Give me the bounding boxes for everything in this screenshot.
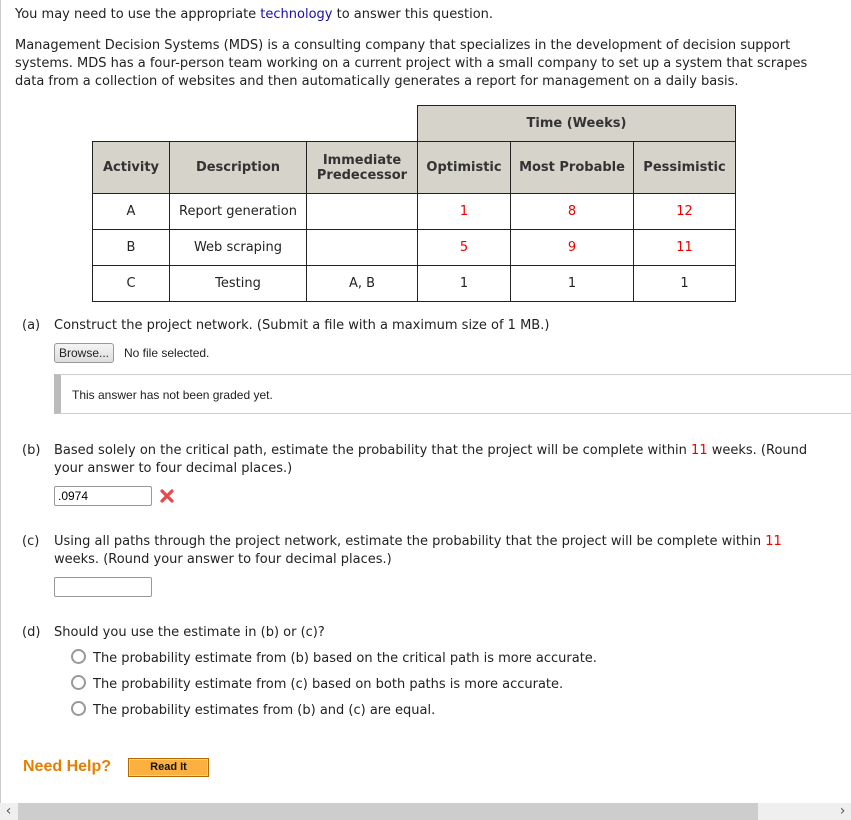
part-d-option-2[interactable]: The probability estimate from (c) based … <box>71 675 563 694</box>
cell-description: Web scraping <box>169 229 307 266</box>
cell-optimistic: 1 <box>417 265 511 302</box>
part-b-text-pre: Based solely on the critical path, estim… <box>54 443 692 458</box>
blank-cell <box>92 105 418 142</box>
part-c-answer-input[interactable] <box>54 577 152 597</box>
cell-activity: B <box>92 229 170 266</box>
cell-most-probable: 9 <box>510 229 634 266</box>
option-label: The probability estimate from (b) based … <box>93 651 597 666</box>
intro-suffix: to answer this question. <box>332 7 494 22</box>
table-row: C Testing A, B 1 1 1 <box>92 265 736 302</box>
header-predecessor-line1: Immediate <box>322 152 402 168</box>
cell-predecessor: A, B <box>306 265 418 302</box>
part-b-text: Based solely on the critical path, estim… <box>54 442 834 478</box>
read-it-button[interactable]: Read It <box>128 758 209 777</box>
problem-text: Management Decision Systems (MDS) is a c… <box>15 37 807 91</box>
part-a-text: Construct the project network. (Submit a… <box>54 318 550 333</box>
graded-status-text: This answer has not been graded yet. <box>72 388 273 402</box>
scrollbar-thumb[interactable] <box>18 803 758 820</box>
radio-button[interactable] <box>71 675 86 690</box>
part-c-text: Using all paths through the project netw… <box>54 533 834 569</box>
problem-text-line: data from a collection of websites and t… <box>15 74 739 89</box>
intro-text: You may need to use the appropriate tech… <box>15 6 493 24</box>
option-label: The probability estimate from (c) based … <box>93 677 564 692</box>
browse-button[interactable]: Browse... <box>54 343 115 363</box>
cell-predecessor <box>306 193 418 230</box>
file-status: No file selected. <box>124 346 210 360</box>
part-d-option-1[interactable]: The probability estimate from (b) based … <box>71 649 597 668</box>
scroll-right-arrow-icon[interactable]: › <box>834 803 851 820</box>
cell-most-probable: 8 <box>510 193 634 230</box>
cell-activity: A <box>92 193 170 230</box>
part-b-text-line2: your answer to four decimal places.) <box>54 461 293 476</box>
part-b-label: (b) <box>22 443 41 458</box>
cell-pessimistic: 11 <box>633 229 736 266</box>
header-pessimistic: Pessimistic <box>633 141 736 194</box>
horizontal-scrollbar[interactable]: ‹ › <box>0 803 851 820</box>
part-d-option-3[interactable]: The probability estimates from (b) and (… <box>71 701 435 720</box>
part-b-weeks: 11 <box>691 443 708 458</box>
cell-description: Testing <box>169 265 307 302</box>
table-row: A Report generation 1 8 12 <box>92 193 736 230</box>
graded-status-box: This answer has not been graded yet. <box>54 374 851 414</box>
cell-description: Report generation <box>169 193 307 230</box>
incorrect-x-icon <box>160 489 174 503</box>
cell-optimistic: 1 <box>417 193 511 230</box>
header-activity: Activity <box>92 141 170 194</box>
part-d-text: Should you use the estimate in (b) or (c… <box>54 625 325 640</box>
cell-optimistic: 5 <box>417 229 511 266</box>
activity-table: Time (Weeks) Activity Description Immedi… <box>92 105 736 302</box>
scroll-left-arrow-icon[interactable]: ‹ <box>0 803 17 820</box>
need-help-label: Need Help? <box>23 758 112 775</box>
header-most-probable: Most Probable <box>510 141 634 194</box>
cell-most-probable: 1 <box>510 265 634 302</box>
part-b-answer-input[interactable] <box>54 486 152 506</box>
header-optimistic: Optimistic <box>417 141 511 194</box>
header-description: Description <box>169 141 307 194</box>
radio-button[interactable] <box>71 649 86 664</box>
cell-pessimistic: 1 <box>633 265 736 302</box>
part-b-text-post: weeks. (Round <box>707 443 808 458</box>
cell-pessimistic: 12 <box>633 193 736 230</box>
part-c-text-pre: Using all paths through the project netw… <box>54 534 766 549</box>
radio-button[interactable] <box>71 701 86 716</box>
part-a-label: (a) <box>22 318 41 333</box>
technology-link[interactable]: technology <box>260 7 332 22</box>
header-predecessor-line2: Predecessor <box>316 167 408 183</box>
problem-text-line: Management Decision Systems (MDS) is a c… <box>15 38 791 53</box>
problem-text-line: systems. MDS has a four-person team work… <box>15 56 808 71</box>
table-row: B Web scraping 5 9 11 <box>92 229 736 266</box>
time-weeks-header: Time (Weeks) <box>417 105 736 142</box>
intro-prefix: You may need to use the appropriate <box>15 7 261 22</box>
part-d-label: (d) <box>22 625 41 640</box>
option-label: The probability estimates from (b) and (… <box>93 703 436 718</box>
part-c-weeks: 11 <box>765 534 782 549</box>
cell-predecessor <box>306 229 418 266</box>
part-c-text-line2: weeks. (Round your answer to four decima… <box>54 552 392 567</box>
cell-activity: C <box>92 265 170 302</box>
header-predecessor: Immediate Predecessor <box>306 141 418 194</box>
part-c-label: (c) <box>22 534 40 549</box>
